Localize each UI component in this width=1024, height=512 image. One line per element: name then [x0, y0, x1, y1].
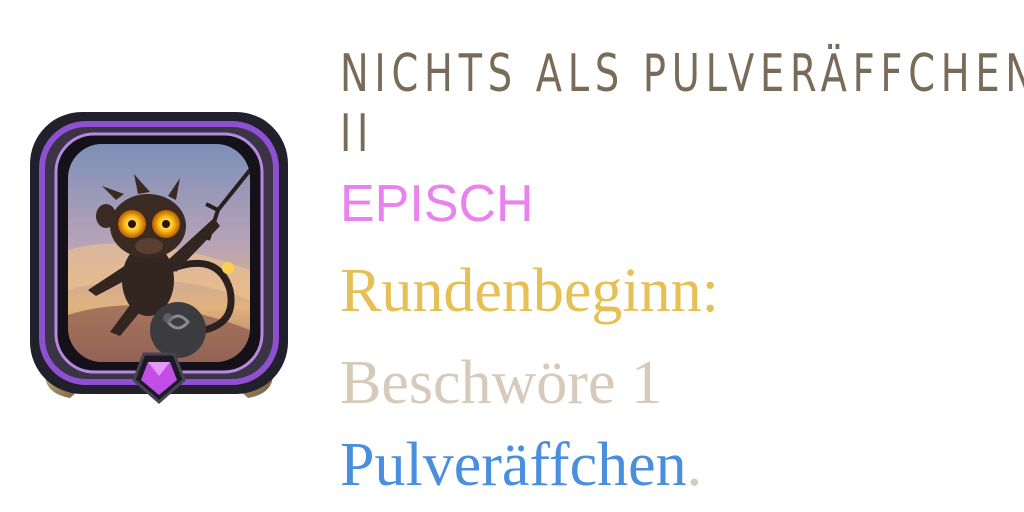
card-title: NICHTS ALS PULVERÄFFCHEN II: [340, 44, 1024, 164]
summon-target-line: Pulveräffchen.: [340, 430, 702, 500]
card-title-line2: II: [340, 104, 375, 164]
rarity-label: EPISCH: [340, 175, 534, 233]
card-title-line1: NICHTS ALS PULVERÄFFCHEN: [340, 44, 1024, 104]
card-detail: NICHTS ALS PULVERÄFFCHEN II EPISCH Runde…: [0, 0, 1024, 512]
card-portrait: [30, 112, 288, 404]
keyword-link[interactable]: Pulveräffchen: [340, 431, 687, 499]
bomb: [150, 302, 206, 358]
end-punctuation: .: [686, 431, 703, 499]
effect-text: Beschwöre 1: [340, 349, 662, 417]
art-scene: [68, 144, 250, 362]
trigger-text: Rundenbeginn:: [340, 257, 719, 325]
purple-pentagon-gem-icon: [132, 352, 186, 404]
